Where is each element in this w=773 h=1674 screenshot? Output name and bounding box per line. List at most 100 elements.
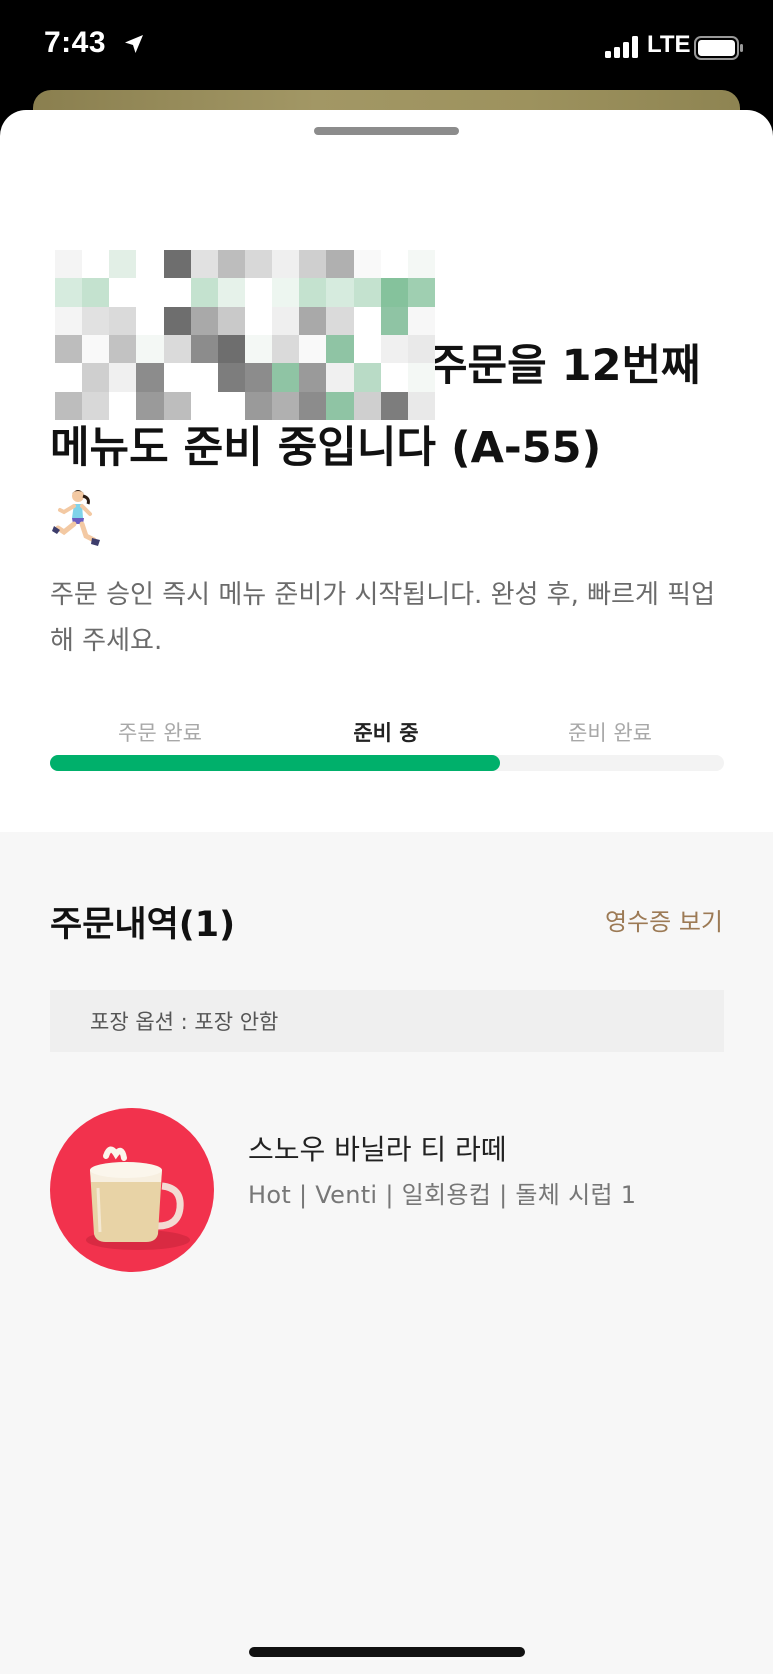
redaction-pixel	[136, 250, 164, 279]
redaction-pixel	[55, 250, 83, 279]
redaction-pixel	[353, 391, 381, 420]
redaction-pixel	[109, 335, 137, 364]
redaction-pixel	[244, 250, 273, 279]
battery-icon	[694, 36, 743, 60]
redaction-pixel	[82, 306, 110, 335]
view-receipt-link[interactable]: 영수증 보기	[605, 902, 723, 937]
redaction-pixel	[136, 306, 164, 335]
redaction-pixel	[407, 278, 435, 307]
status-bar: 7:43 LTE	[0, 0, 773, 100]
redaction-pixel	[163, 306, 191, 335]
redaction-pixel	[82, 391, 110, 420]
redaction-pixel	[326, 306, 354, 335]
redaction-pixel	[299, 306, 327, 335]
progress-track	[50, 755, 724, 771]
redaction-pixel	[163, 363, 191, 392]
redaction-pixel	[82, 278, 110, 307]
redaction-pixel	[380, 363, 408, 392]
redaction-pixel	[299, 250, 327, 279]
redaction-pixel	[55, 363, 83, 392]
redaction-pixel	[272, 363, 300, 392]
redaction-pixel	[326, 363, 354, 392]
redaction-pixel	[163, 278, 191, 307]
redaction-pixel	[380, 278, 408, 307]
redaction-pixel	[380, 250, 408, 279]
latte-cup-icon	[86, 1146, 190, 1250]
redaction-pixel	[244, 335, 273, 364]
redaction-pixel	[244, 391, 273, 420]
redaction-pixel	[82, 363, 110, 392]
redaction-pixel	[217, 278, 245, 307]
location-arrow-icon	[125, 35, 143, 53]
redaction-pixel	[190, 363, 218, 392]
item-options: Hot | Venti | 일회용컵 | 돌체 시럽 1	[248, 1181, 637, 1209]
redaction-pixel	[353, 306, 381, 335]
order-history-section: 주문내역(1) 영수증 보기 포장 옵션 : 포장 안함 스노우 바닐라 티 라…	[0, 832, 773, 1674]
order-status-sheet: 주문을 12번째 메뉴도 준비 중입니다 (A-55) 주문 승인 즉시 메뉴 …	[0, 110, 773, 1674]
redaction-pixel	[244, 363, 273, 392]
redaction-pixel	[326, 335, 354, 364]
status-time: 7:43	[44, 26, 107, 59]
redaction-pixel	[163, 391, 191, 420]
redaction-pixel	[380, 335, 408, 364]
redaction-pixel	[163, 335, 191, 364]
redaction-pixel	[82, 335, 110, 364]
redaction-pixel	[299, 391, 327, 420]
redaction-pixel	[326, 250, 354, 279]
redaction-pixel	[217, 250, 245, 279]
redaction-pixel	[244, 278, 273, 307]
redaction-pixel	[109, 250, 137, 279]
packaging-option-text: 포장 옵션 : 포장 안함	[90, 1010, 279, 1034]
woman-running-emoji-icon	[52, 490, 100, 546]
redaction-pixel	[272, 306, 300, 335]
redaction-pixel	[136, 391, 164, 420]
redaction-pixel	[109, 278, 137, 307]
redaction-pixel	[136, 363, 164, 392]
redaction-pixel	[407, 335, 435, 364]
redaction-pixel	[326, 391, 354, 420]
redaction-pixel	[217, 306, 245, 335]
redaction-pixel	[109, 363, 137, 392]
redaction-pixel	[353, 250, 381, 279]
redaction-pixel	[109, 391, 137, 420]
redaction-pixel	[55, 306, 83, 335]
redaction-pixel	[109, 306, 137, 335]
redaction-pixel	[82, 250, 110, 279]
redaction-pixel	[299, 278, 327, 307]
headline-line1: 주문을 12번째	[428, 341, 701, 391]
redaction-pixel	[217, 391, 245, 420]
redaction-pixel	[217, 335, 245, 364]
redaction-pixel	[407, 250, 435, 279]
redaction-pixel	[326, 278, 354, 307]
redaction-pixel	[55, 278, 83, 307]
redaction-pixel	[272, 250, 300, 279]
redaction-pixel	[407, 306, 435, 335]
redaction-pixel	[272, 391, 300, 420]
home-indicator[interactable]	[249, 1647, 525, 1657]
network-label: LTE	[647, 31, 691, 58]
redaction-pixel	[299, 335, 327, 364]
step-ready: 준비 완료	[568, 721, 652, 745]
redaction-pixel	[55, 335, 83, 364]
redaction-pixel	[136, 335, 164, 364]
item-name: 스노우 바닐라 티 라떼	[248, 1133, 507, 1166]
redaction-pixel	[163, 250, 191, 279]
step-preparing: 준비 중	[353, 721, 419, 745]
latte-cup-image	[50, 1108, 214, 1272]
order-status-description: 주문 승인 즉시 메뉴 준비가 시작됩니다. 완성 후, 빠르게 픽업해 주세요…	[50, 580, 715, 656]
headline-line2: 메뉴도 준비 중입니다 (A-55)	[50, 423, 602, 473]
redaction-pixel	[190, 335, 218, 364]
redaction-pixel	[380, 306, 408, 335]
order-history-title: 주문내역(1)	[50, 905, 236, 945]
redaction-pixel	[190, 306, 218, 335]
redaction-pixel	[380, 391, 408, 420]
sheet-drag-handle[interactable]	[314, 127, 459, 135]
redaction-pixel	[55, 391, 83, 420]
redaction-pixel	[353, 363, 381, 392]
redaction-pixel	[407, 363, 435, 392]
packaging-option-box: 포장 옵션 : 포장 안함	[50, 990, 724, 1052]
redaction-pixel	[407, 391, 435, 420]
redaction-pixel	[190, 278, 218, 307]
progress-fill	[50, 755, 500, 771]
redacted-customer-name	[55, 250, 435, 420]
